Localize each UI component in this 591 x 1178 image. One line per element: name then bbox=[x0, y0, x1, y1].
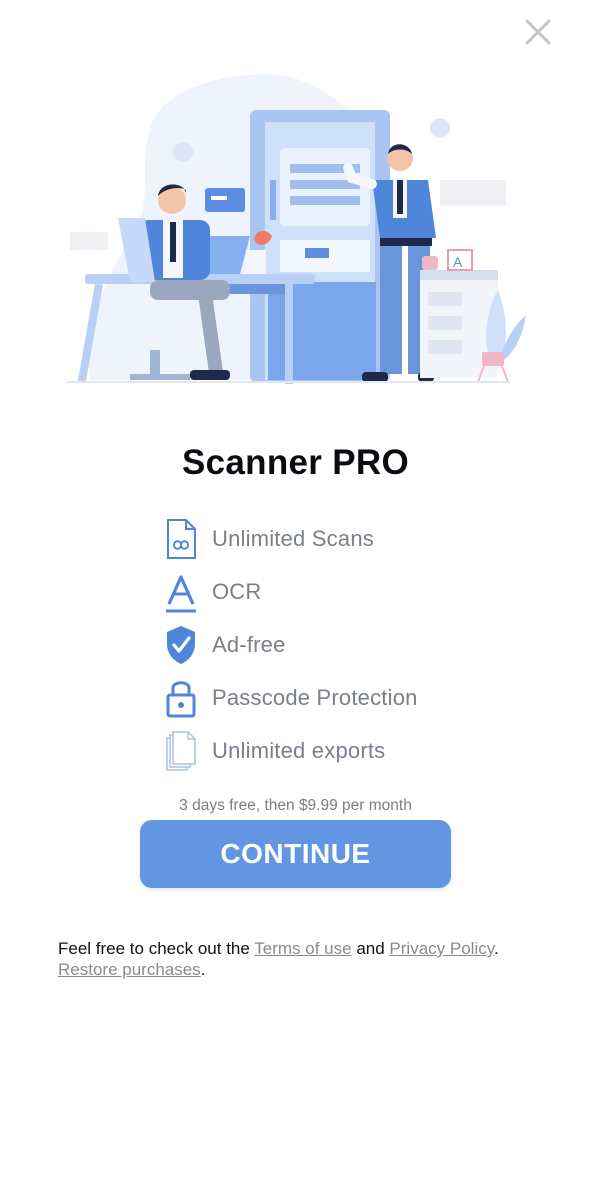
hero-illustration: A bbox=[0, 60, 591, 400]
svg-text:A: A bbox=[453, 254, 463, 270]
feature-item-ocr: OCR bbox=[162, 565, 482, 618]
feature-item-unlimited-scans: Unlimited Scans bbox=[162, 512, 482, 565]
legal-prefix: Feel free to check out the bbox=[58, 939, 250, 958]
trial-price-text: 3 days free, then $9.99 per month bbox=[179, 797, 412, 814]
feature-item-unlimited-exports: Unlimited exports bbox=[162, 724, 482, 777]
stacked-pages-icon bbox=[162, 728, 200, 774]
continue-button[interactable]: CONTINUE bbox=[140, 820, 451, 888]
infinity-document-icon bbox=[162, 516, 200, 562]
legal-and: and bbox=[356, 939, 385, 958]
feature-label: Passcode Protection bbox=[212, 684, 418, 710]
legal-period: . bbox=[493, 939, 499, 958]
feature-label: Unlimited Scans bbox=[212, 525, 374, 551]
feature-label: Ad-free bbox=[212, 631, 286, 657]
feature-label: Unlimited exports bbox=[212, 737, 386, 763]
close-icon bbox=[525, 19, 551, 45]
lock-icon bbox=[162, 675, 200, 721]
feature-item-ad-free: Ad-free bbox=[162, 618, 482, 671]
feature-list: Unlimited Scans OCR Ad-free Passcode Pro… bbox=[162, 512, 482, 777]
feature-item-passcode-protection: Passcode Protection bbox=[162, 671, 482, 724]
text-a-icon bbox=[162, 569, 200, 615]
legal-text: Feel free to check out the Terms of use … bbox=[58, 938, 558, 980]
close-button[interactable] bbox=[520, 14, 556, 50]
privacy-policy-link[interactable]: Privacy Policy bbox=[389, 939, 494, 958]
restore-purchases-link[interactable]: Restore purchases bbox=[58, 960, 201, 979]
page-title: Scanner PRO bbox=[182, 443, 409, 482]
shield-check-icon bbox=[162, 622, 200, 668]
legal-period: . bbox=[200, 960, 206, 979]
feature-label: OCR bbox=[212, 578, 262, 604]
terms-of-use-link[interactable]: Terms of use bbox=[254, 939, 351, 958]
